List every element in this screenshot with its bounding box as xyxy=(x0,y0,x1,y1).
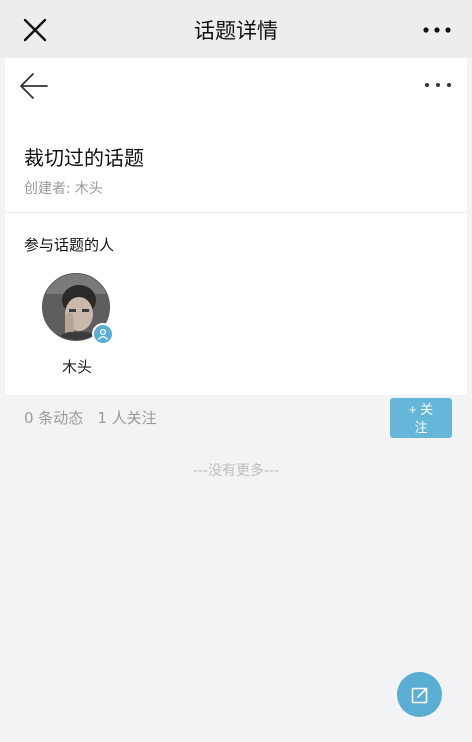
list-end-text: ---没有更多--- xyxy=(192,463,280,479)
more-horizontal-icon[interactable] xyxy=(422,20,452,40)
participants-heading: 参与话题的人 xyxy=(24,236,115,254)
follow-button-label-line1: + 关 xyxy=(408,402,434,417)
participant-avatar[interactable] xyxy=(42,273,114,345)
topic-page: 裁切过的话题 创建者: 木头 参与话题的人 木头 0 条动态 1 人关注 + 关… xyxy=(5,58,467,742)
user-icon xyxy=(97,328,109,340)
user-badge-icon xyxy=(92,323,114,345)
creator-name[interactable]: 木头 xyxy=(75,181,103,197)
more-horizontal-icon[interactable] xyxy=(423,80,453,90)
creator-label: 创建者: xyxy=(24,181,71,197)
creator-info: 创建者: 木头 xyxy=(24,178,103,198)
follow-button[interactable]: + 关 注 xyxy=(390,398,452,438)
topic-title: 裁切过的话题 xyxy=(24,146,144,170)
follow-button-label-line2: 注 xyxy=(414,420,428,435)
post-count: 0 条动态 xyxy=(24,409,84,427)
arrow-left-icon[interactable] xyxy=(19,72,49,100)
topic-stats: 0 条动态 1 人关注 xyxy=(24,407,157,428)
divider xyxy=(5,212,467,213)
compose-button[interactable] xyxy=(397,672,442,717)
page-title: 话题详情 xyxy=(194,19,278,43)
edit-icon xyxy=(411,687,427,703)
participant-name[interactable]: 木头 xyxy=(42,356,112,377)
follower-count: 1 人关注 xyxy=(97,409,157,427)
topic-card: 裁切过的话题 创建者: 木头 参与话题的人 木头 xyxy=(5,58,467,395)
top-nav-bar: 话题详情 xyxy=(0,0,472,58)
